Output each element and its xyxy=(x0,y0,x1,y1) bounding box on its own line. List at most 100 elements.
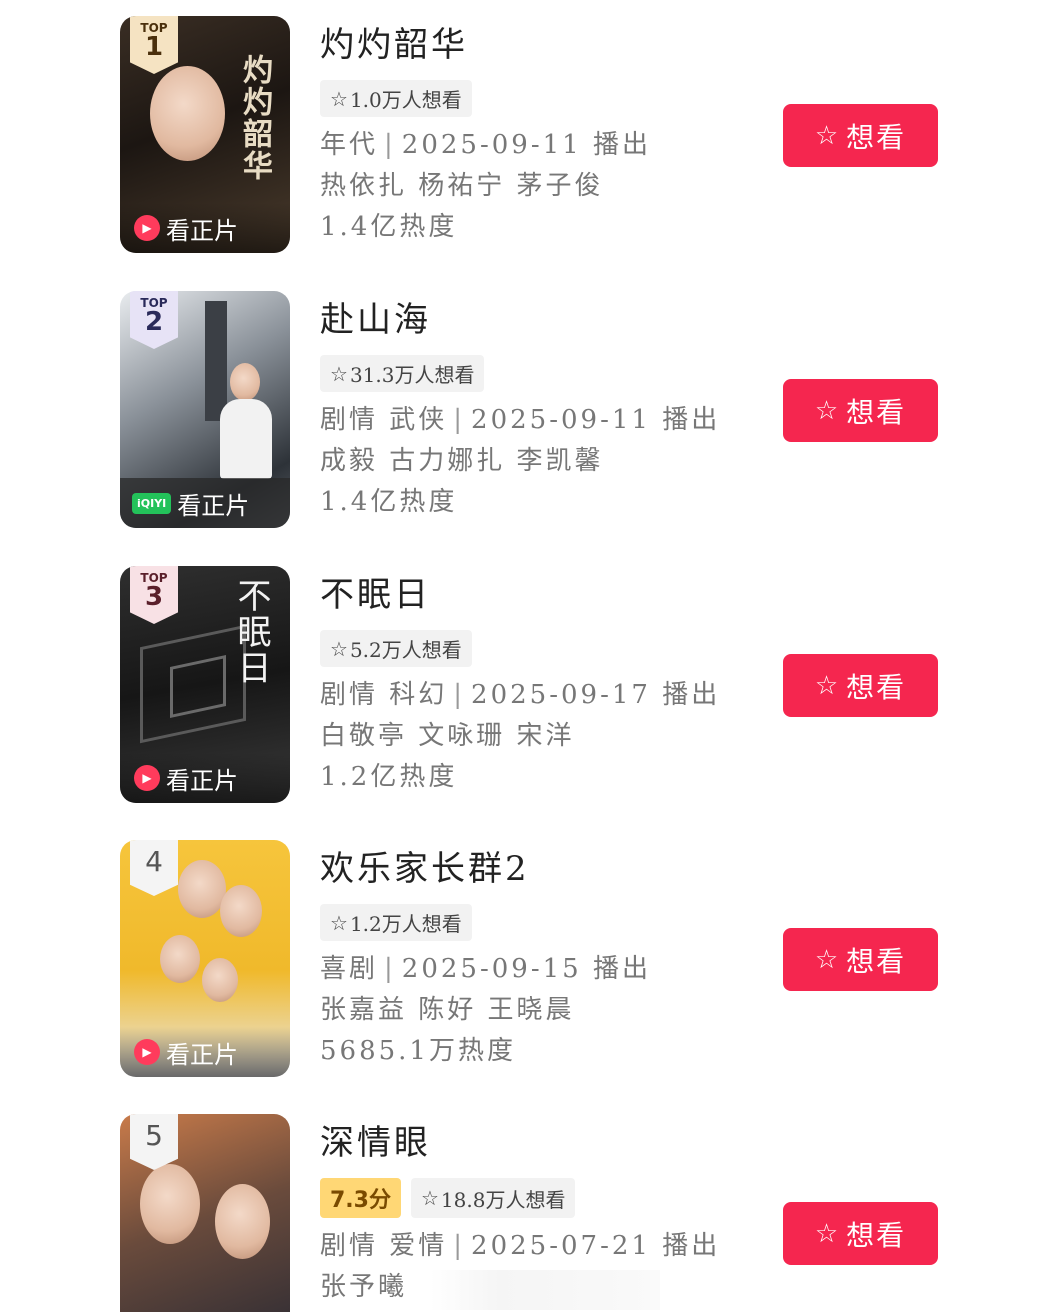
star-outline-icon: ☆ xyxy=(814,944,841,975)
item-title[interactable]: 灼灼韶华 xyxy=(320,22,740,68)
list-item[interactable]: TOP 2 iQIYI 看正片 赴山海 ☆ 31.3万人想看 剧情 武侠 | 202… xyxy=(0,291,1059,551)
rank-number: 5 xyxy=(145,1119,163,1152)
item-title[interactable]: 欢乐家长群2 xyxy=(320,846,740,892)
want-button[interactable]: ☆ 想看 xyxy=(783,379,938,442)
item-title[interactable]: 赴山海 xyxy=(320,297,740,343)
want-button[interactable]: ☆ 想看 xyxy=(783,928,938,991)
want-button[interactable]: ☆ 想看 xyxy=(783,1202,938,1265)
poster-figure-robe xyxy=(220,399,272,479)
rank-badge: TOP 3 xyxy=(130,566,178,624)
want-count-tag: ☆ 1.0万人想看 xyxy=(320,80,472,117)
want-button-label: 想看 xyxy=(846,395,907,429)
star-outline-icon: ☆ xyxy=(814,1218,841,1249)
heat-line: 1.2亿热度 xyxy=(320,762,458,792)
poster-tower xyxy=(205,301,227,421)
watch-now-button[interactable]: ▶ 看正片 xyxy=(120,1027,290,1077)
play-circle-icon: ▶ xyxy=(134,215,160,241)
divider: | xyxy=(384,954,396,984)
watch-now-label: 看正片 xyxy=(166,1040,238,1069)
air-date: 2025-07-21 xyxy=(471,1231,651,1261)
watch-now-button[interactable]: ▶ 看正片 xyxy=(120,753,290,803)
want-button-label: 想看 xyxy=(846,120,907,154)
watch-now-button[interactable]: iQIYI 看正片 xyxy=(120,478,290,528)
rank-badge: TOP 1 xyxy=(130,16,178,74)
cast-line: 白敬亭 文咏珊 宋洋 xyxy=(320,721,575,751)
poster-figure xyxy=(220,885,262,937)
tag-row: ☆ 31.3万人想看 xyxy=(320,355,740,392)
play-circle-icon: ▶ xyxy=(134,1039,160,1065)
rank-badge: 5 xyxy=(130,1114,178,1170)
want-button-label: 想看 xyxy=(846,1218,907,1252)
star-outline-icon: ☆ xyxy=(814,395,841,426)
star-outline-icon: ☆ xyxy=(814,120,841,151)
want-count: 1.0万人想看 xyxy=(349,88,462,112)
poster-figure xyxy=(150,66,225,161)
poster-figure xyxy=(202,958,238,1002)
tag-row: ☆ 1.0万人想看 xyxy=(320,80,740,117)
rank-number: 3 xyxy=(144,582,164,612)
star-outline-icon: ☆ xyxy=(330,636,348,661)
poster-figure xyxy=(178,860,226,918)
item-info: 灼灼韶华 ☆ 1.0万人想看 年代 | 2025-09-11 播出 热依扎 杨祐宁 … xyxy=(320,22,740,248)
want-count-tag: ☆ 5.2万人想看 xyxy=(320,630,472,667)
cast-line: 成毅 古力娜扎 李凯馨 xyxy=(320,446,604,476)
want-button[interactable]: ☆ 想看 xyxy=(783,104,938,167)
watch-now-label: 看正片 xyxy=(177,491,250,520)
air-label: 播出 xyxy=(592,954,651,984)
want-button-label: 想看 xyxy=(846,670,907,704)
poster-figure xyxy=(140,1164,200,1244)
air-date: 2025-09-15 xyxy=(401,954,582,984)
genre-date-line: 剧情 武侠 | 2025-09-11 播出 xyxy=(320,400,740,441)
want-count-tag: ☆ 18.8万人想看 xyxy=(410,1178,576,1218)
star-outline-icon: ☆ xyxy=(814,670,841,701)
play-circle-icon: ▶ xyxy=(134,765,160,791)
watch-now-label: 看正片 xyxy=(166,216,238,245)
divider: | xyxy=(453,680,466,710)
rank-number: 4 xyxy=(145,845,163,878)
poster-title: 不眠日 xyxy=(231,578,271,686)
divider: | xyxy=(453,1231,466,1261)
item-info: 不眠日 ☆ 5.2万人想看 剧情 科幻 | 2025-09-17 播出 白敬亭 文咏… xyxy=(320,572,740,798)
poster[interactable]: 不眠日 TOP 3 ▶ 看正片 xyxy=(120,566,290,803)
watch-now-label: 看正片 xyxy=(166,766,238,795)
item-title[interactable]: 深情眼 xyxy=(320,1120,740,1166)
tag-row: ☆ 5.2万人想看 xyxy=(320,630,740,667)
air-label: 播出 xyxy=(662,680,721,710)
poster-figure xyxy=(215,1184,270,1259)
list-item[interactable]: 4 ▶ 看正片 欢乐家长群2 ☆ 1.2万人想看 喜剧 | 2025-09-15 播… xyxy=(0,840,1059,1100)
poster[interactable]: TOP 2 iQIYI 看正片 xyxy=(120,291,290,528)
poster[interactable]: 5 xyxy=(120,1114,290,1312)
watermark-overlay xyxy=(430,1270,660,1310)
air-label: 播出 xyxy=(662,1231,721,1261)
item-info: 欢乐家长群2 ☆ 1.2万人想看 喜剧 | 2025-09-15 播出 张嘉益 陈好… xyxy=(320,846,740,1072)
want-count: 18.8万人想看 xyxy=(440,1187,566,1212)
score-badge: 7.3分 xyxy=(320,1178,401,1218)
poster-figure xyxy=(230,363,260,401)
genres: 喜剧 xyxy=(320,954,379,984)
want-count-tag: ☆ 1.2万人想看 xyxy=(320,904,472,941)
poster[interactable]: 灼灼韶华 TOP 1 ▶ 看正片 xyxy=(120,16,290,253)
item-title[interactable]: 不眠日 xyxy=(320,572,740,618)
iqiyi-logo-icon: iQIYI xyxy=(132,492,172,514)
heat-line: 1.4亿热度 xyxy=(320,212,458,242)
air-label: 播出 xyxy=(662,405,721,435)
poster-figure xyxy=(160,935,200,983)
tag-row: 7.3分 ☆ 18.8万人想看 xyxy=(320,1178,740,1218)
rank-badge: 4 xyxy=(130,840,178,896)
list-item[interactable]: 不眠日 TOP 3 ▶ 看正片 不眠日 ☆ 5.2万人想看 剧情 科幻 | 2025… xyxy=(0,566,1059,826)
heat-line: 5685.1万热度 xyxy=(320,1036,516,1066)
star-outline-icon: ☆ xyxy=(330,361,348,386)
poster-title: 灼灼韶华 xyxy=(237,54,272,182)
list-item[interactable]: 灼灼韶华 TOP 1 ▶ 看正片 灼灼韶华 ☆ 1.0万人想看 年代 | 2025-… xyxy=(0,16,1059,276)
poster[interactable]: 4 ▶ 看正片 xyxy=(120,840,290,1077)
genres: 剧情 武侠 xyxy=(320,405,448,435)
divider: | xyxy=(384,130,396,160)
cast-line: 张嘉益 陈好 王晓晨 xyxy=(320,995,575,1025)
genres: 年代 xyxy=(320,130,379,160)
watch-now-button[interactable]: ▶ 看正片 xyxy=(120,203,290,253)
genre-date-line: 年代 | 2025-09-11 播出 xyxy=(320,125,740,166)
want-count: 5.2万人想看 xyxy=(349,638,462,662)
genre-date-line: 喜剧 | 2025-09-15 播出 xyxy=(320,949,740,990)
want-button[interactable]: ☆ 想看 xyxy=(783,654,938,717)
genres: 剧情 爱情 xyxy=(320,1231,448,1261)
